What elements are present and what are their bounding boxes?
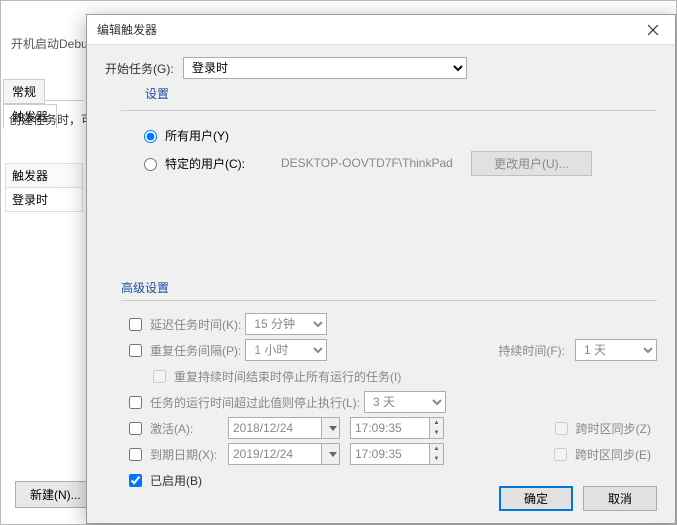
- spinner-icon[interactable]: ▲▼: [430, 443, 444, 465]
- activate-row: 激活(A): ▲▼ 跨时区同步(Z): [121, 415, 657, 441]
- expire-checkbox[interactable]: [129, 448, 142, 461]
- repeat-checkbox[interactable]: [129, 344, 142, 357]
- dialog-footer: 确定 取消: [499, 486, 657, 511]
- spinner-icon[interactable]: ▲▼: [430, 417, 444, 439]
- stop-longer-label: 任务的运行时间超过此值则停止执行(L):: [150, 394, 360, 411]
- delay-select[interactable]: 15 分钟: [245, 313, 327, 335]
- expire-time-group: ▲▼: [346, 443, 444, 465]
- stop-at-end-checkbox: [153, 370, 166, 383]
- ok-button[interactable]: 确定: [499, 486, 573, 511]
- expire-time-input[interactable]: [350, 443, 430, 465]
- bg-top-tabs: 开机启动Debu: [3, 31, 96, 55]
- tz-sync-e-group: 跨时区同步(E): [550, 445, 657, 464]
- all-users-row: 所有用户(Y): [139, 121, 657, 149]
- close-button[interactable]: [631, 15, 675, 45]
- advanced-group: 延迟任务时间(K): 15 分钟 重复任务间隔(P): 1 小时 持续时间(F)…: [121, 300, 657, 493]
- edit-trigger-dialog: 编辑触发器 开始任务(G): 登录时 设置 所有用户(Y) 特定的用户(C): …: [86, 14, 676, 524]
- stop-at-end-row: 重复持续时间结束时停止所有运行的任务(I): [121, 363, 657, 389]
- repeat-row: 重复任务间隔(P): 1 小时 持续时间(F): 1 天: [121, 337, 657, 363]
- delay-checkbox[interactable]: [129, 318, 142, 331]
- stop-longer-checkbox[interactable]: [129, 396, 142, 409]
- expire-row: 到期日期(X): ▲▼ 跨时区同步(E): [121, 441, 657, 467]
- specific-user-value: DESKTOP-OOVTD7F\ThinkPad: [281, 156, 471, 170]
- tz-sync-e-checkbox: [554, 448, 567, 461]
- activate-time-group: ▲▼: [346, 417, 444, 439]
- bg-trigger-row[interactable]: 登录时: [5, 188, 83, 212]
- tz-sync-z-checkbox: [555, 422, 568, 435]
- specific-user-row: 特定的用户(C): DESKTOP-OOVTD7F\ThinkPad 更改用户(…: [139, 149, 657, 177]
- activate-label: 激活(A):: [150, 420, 224, 437]
- activate-time-input[interactable]: [350, 417, 430, 439]
- close-icon: [647, 24, 659, 36]
- calendar-icon[interactable]: [322, 417, 340, 439]
- duration-select[interactable]: 1 天: [575, 339, 657, 361]
- dialog-content: 开始任务(G): 登录时 设置 所有用户(Y) 特定的用户(C): DESKTO…: [87, 45, 675, 493]
- settings-group-title: 设置: [145, 85, 657, 102]
- begin-task-label: 开始任务(G):: [105, 60, 183, 77]
- expire-date-group: [224, 443, 340, 465]
- specific-user-radio[interactable]: [144, 158, 157, 171]
- stop-longer-select[interactable]: 3 天: [364, 391, 446, 413]
- settings-group: 所有用户(Y) 特定的用户(C): DESKTOP-OOVTD7F\ThinkP…: [121, 110, 657, 177]
- activate-checkbox[interactable]: [129, 422, 142, 435]
- cancel-button[interactable]: 取消: [583, 486, 657, 511]
- tz-sync-e-label: 跨时区同步(E): [575, 446, 651, 463]
- repeat-select[interactable]: 1 小时: [245, 339, 327, 361]
- enabled-label: 已启用(B): [150, 472, 202, 489]
- stop-longer-row: 任务的运行时间超过此值则停止执行(L): 3 天: [121, 389, 657, 415]
- bg-trigger-header: 触发器: [5, 163, 83, 188]
- bg-help-text: 创建任务时，可: [9, 111, 93, 128]
- begin-task-row: 开始任务(G): 登录时: [105, 57, 657, 79]
- dialog-title: 编辑触发器: [97, 21, 631, 38]
- specific-user-label: 特定的用户(C):: [165, 155, 245, 172]
- bg-trigger-list: 触发器 登录时: [5, 163, 83, 212]
- tz-sync-z-label: 跨时区同步(Z): [576, 420, 651, 437]
- begin-task-select[interactable]: 登录时: [183, 57, 467, 79]
- all-users-label: 所有用户(Y): [165, 127, 229, 144]
- expire-label: 到期日期(X):: [150, 446, 224, 463]
- advanced-group-title: 高级设置: [121, 279, 657, 296]
- new-button[interactable]: 新建(N)...: [15, 481, 96, 508]
- activate-date-group: [224, 417, 340, 439]
- bg-task-name: 开机启动Debu: [3, 31, 96, 56]
- titlebar: 编辑触发器: [87, 15, 675, 45]
- calendar-icon[interactable]: [322, 443, 340, 465]
- delay-row: 延迟任务时间(K): 15 分钟: [121, 311, 657, 337]
- activate-date-input[interactable]: [228, 417, 322, 439]
- tz-sync-z-group: 跨时区同步(Z): [551, 419, 657, 438]
- delay-label: 延迟任务时间(K):: [150, 316, 241, 333]
- stop-at-end-label: 重复持续时间结束时停止所有运行的任务(I): [174, 368, 401, 385]
- expire-date-input[interactable]: [228, 443, 322, 465]
- all-users-radio[interactable]: [144, 130, 157, 143]
- change-user-button[interactable]: 更改用户(U)...: [471, 151, 592, 176]
- bg-tab-general[interactable]: 常规: [3, 79, 45, 104]
- enabled-checkbox[interactable]: [129, 474, 142, 487]
- bg-tabs: 常规 触发器: [3, 79, 83, 101]
- repeat-label: 重复任务间隔(P):: [150, 342, 241, 359]
- duration-group: 持续时间(F): 1 天: [498, 339, 657, 361]
- duration-label: 持续时间(F):: [498, 342, 565, 359]
